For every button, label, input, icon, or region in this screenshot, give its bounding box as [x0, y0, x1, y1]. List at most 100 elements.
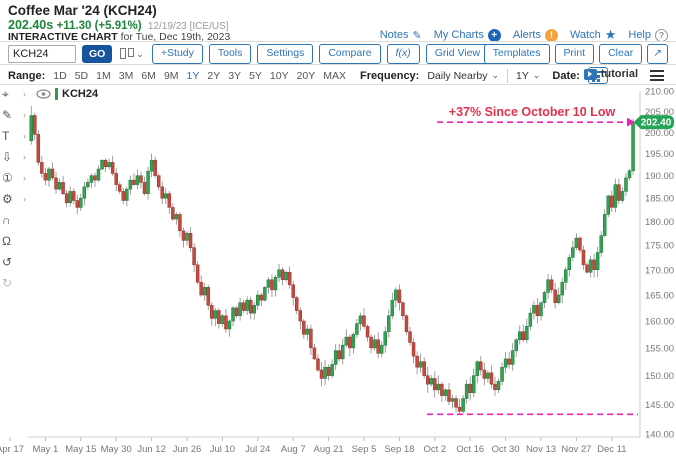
expand-button[interactable]: ↗	[647, 44, 668, 64]
print-button[interactable]: Print	[554, 44, 595, 64]
last-price: 202.40s	[8, 18, 54, 32]
eye-icon[interactable]	[36, 89, 51, 99]
tutorial-link[interactable]: tutorial	[583, 68, 638, 80]
frequency-dropdown[interactable]: Daily Nearby ⌄	[427, 70, 499, 82]
note-pencil-icon: ✎	[412, 29, 422, 42]
y-axis-label: 185.00	[645, 194, 674, 205]
symbol-input[interactable]	[8, 44, 76, 63]
tutorial-video-icon	[583, 68, 597, 80]
help-icon: ?	[655, 28, 668, 42]
range-10y[interactable]: 10Y	[270, 70, 289, 82]
settings-button[interactable]: Settings	[257, 44, 314, 64]
x-axis-label: May 30	[101, 444, 132, 455]
x-axis-label: Sep 18	[384, 444, 414, 455]
x-axis-label: Sep 5	[352, 444, 377, 455]
legend-color-bar	[55, 88, 58, 100]
range-bar: Range: 1D 5D 1M 3M 6M 9M 1Y 2Y 3Y 5Y 10Y 20Y MAX Fre…	[8, 67, 608, 84]
divider	[0, 64, 676, 65]
frequency-label: Frequency:	[360, 69, 420, 82]
page-title: Coffee Mar '24 (KCH24)	[8, 3, 157, 18]
clear-button[interactable]: Clear	[599, 44, 643, 64]
go-button[interactable]: GO	[82, 44, 113, 63]
alert-icon: !	[544, 28, 558, 42]
x-axis-label: Jun 12	[137, 444, 166, 455]
range-6m[interactable]: 6M	[141, 70, 156, 82]
help-link[interactable]: Help ?	[628, 28, 668, 42]
x-axis-label: May 15	[65, 444, 96, 455]
y-axis-label: 160.00	[645, 317, 674, 328]
chevron-down-icon: ⌄	[136, 49, 144, 60]
chart-legend: KCH24	[36, 88, 98, 100]
y-axis-label: 150.00	[645, 371, 674, 382]
notes-link[interactable]: Notes ✎	[380, 29, 422, 42]
y-axis-label: 165.00	[645, 291, 674, 302]
toolbar-buttons: +Study Tools Settings Compare f(x) Grid View	[151, 44, 490, 64]
y-axis-label: 180.00	[645, 217, 674, 228]
range-3m[interactable]: 3M	[119, 70, 134, 82]
candlestick-chart[interactable]: 140.00 145.00 150.00 155.00 160.00 165.00 170.…	[0, 84, 676, 459]
x-axis-label: Apr 17	[0, 444, 24, 455]
range-20y[interactable]: 20Y	[297, 70, 316, 82]
chart-type-dropdown[interactable]: ⌄	[118, 48, 146, 60]
y-axis-label: 140.00	[645, 430, 674, 441]
plus-circle-icon: +	[487, 28, 501, 42]
range-9m[interactable]: 9M	[164, 70, 179, 82]
y-axis-label: 190.00	[645, 171, 674, 182]
candles	[29, 106, 635, 414]
fx-button[interactable]: f(x)	[386, 44, 420, 64]
grid-view-button[interactable]: Grid View	[425, 44, 490, 64]
right-buttons: Templates Print Clear	[483, 44, 643, 64]
date-label: Date:	[552, 69, 580, 82]
range-options: 1D 5D 1M 3M 6M 9M 1Y 2Y 3Y 5Y 10Y 20Y MAX	[53, 70, 346, 82]
x-axis-label: Nov 27	[561, 444, 591, 455]
y-axis-label: 175.00	[645, 241, 674, 252]
x-axis-label: May 1	[32, 444, 58, 455]
period-dropdown[interactable]: 1Y ⌄	[516, 70, 540, 82]
y-axis-label: 200.00	[645, 128, 674, 139]
x-axis-label: Jun 26	[173, 444, 202, 455]
range-1d[interactable]: 1D	[53, 70, 66, 82]
y-axis-label: 145.00	[645, 400, 674, 411]
my-charts-link[interactable]: My Charts +	[434, 28, 501, 42]
tools-button[interactable]: Tools	[208, 44, 252, 64]
range-3y[interactable]: 3Y	[228, 70, 241, 82]
range-2y[interactable]: 2Y	[207, 70, 220, 82]
legend-symbol: KCH24	[62, 88, 99, 100]
range-5d[interactable]: 5D	[75, 70, 88, 82]
divider	[507, 68, 508, 83]
x-axis-label: Oct 16	[456, 444, 484, 455]
x-axis-label: Jul 10	[210, 444, 235, 455]
candlestick-type-icon	[120, 48, 127, 60]
quote-line: 202.40s +11.30 (+5.91%) 12/19/23 [ICE/US…	[8, 18, 229, 32]
x-axis-label: Nov 13	[526, 444, 556, 455]
range-label: Range:	[8, 69, 46, 82]
x-axis-label: Oct 30	[492, 444, 520, 455]
x-axis-label: Aug 7	[281, 444, 306, 455]
barchart-interactive-chart-app: Coffee Mar '24 (KCH24) 202.40s +11.30 (+…	[0, 0, 676, 459]
range-5y[interactable]: 5Y	[249, 70, 262, 82]
x-axis-label: Oct 2	[423, 444, 446, 455]
range-1m[interactable]: 1M	[96, 70, 111, 82]
y-axis-label: 195.00	[645, 149, 674, 160]
range-1y[interactable]: 1Y	[187, 70, 200, 82]
alerts-link[interactable]: Alerts !	[513, 28, 558, 42]
menu-icon[interactable]	[650, 70, 664, 84]
annotation-text[interactable]: +37% Since October 10 Low	[449, 105, 616, 119]
x-axis-label: Aug 21	[314, 444, 344, 455]
y-axis-label: 170.00	[645, 265, 674, 276]
expand-icon: ↗	[653, 47, 662, 59]
chart-toolbar: GO ⌄ +StudyToolsSettingsComparef(x)Grid …	[8, 44, 490, 64]
range-max[interactable]: MAX	[323, 70, 346, 82]
templates-button[interactable]: Templates	[483, 44, 550, 64]
x-axis-label: Dec 11	[597, 444, 626, 455]
x-axis-label: Jul 24	[245, 444, 270, 455]
chart-action-buttons: Templates Print Clear ↗	[483, 44, 668, 64]
y-axis-label: 210.00	[645, 87, 674, 98]
study-button[interactable]: +Study	[151, 44, 203, 64]
compare-button[interactable]: Compare	[319, 44, 381, 64]
y-axis-label: 155.00	[645, 343, 674, 354]
chevron-down-icon: ⌄	[491, 70, 499, 80]
candlestick-type-icon	[128, 48, 135, 58]
last-price-badge-text: 202.40	[641, 118, 672, 129]
chevron-down-icon: ⌄	[532, 70, 541, 80]
